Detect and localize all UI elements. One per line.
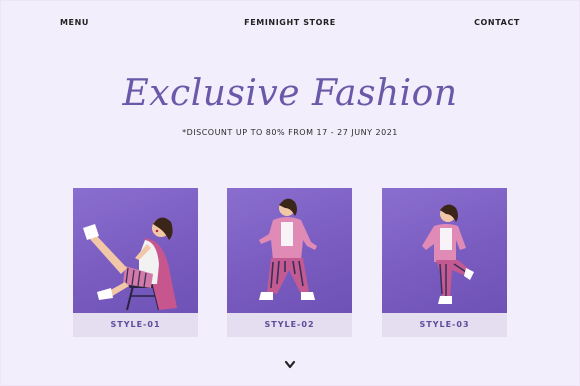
model-seated-illustration [83, 217, 177, 311]
style-card-01[interactable]: STYLE-01 [73, 188, 198, 337]
style-card-03[interactable]: STYLE-03 [382, 188, 507, 337]
discount-subtitle: *DISCOUNT UP TO 80% FROM 17 - 27 JUNY 20… [182, 128, 398, 137]
contact-link[interactable]: CONTACT [474, 18, 520, 27]
style-02-photo [227, 188, 352, 313]
style-02-label: STYLE-02 [227, 313, 352, 337]
chevron-down-icon [284, 360, 296, 369]
style-03-label: STYLE-03 [382, 313, 507, 337]
style-card-02[interactable]: STYLE-02 [227, 188, 352, 337]
hero-title: Exclusive Fashion [122, 73, 458, 114]
model-dancing-illustration [422, 204, 474, 304]
model-jumping-illustration [259, 198, 317, 300]
style-01-label: STYLE-01 [73, 313, 198, 337]
style-03-photo [382, 188, 507, 313]
scroll-down-button[interactable] [283, 356, 297, 369]
page: MENU FEMINIGHT STORE CONTACT Exclusive F… [0, 0, 580, 386]
style-01-photo [73, 188, 198, 313]
